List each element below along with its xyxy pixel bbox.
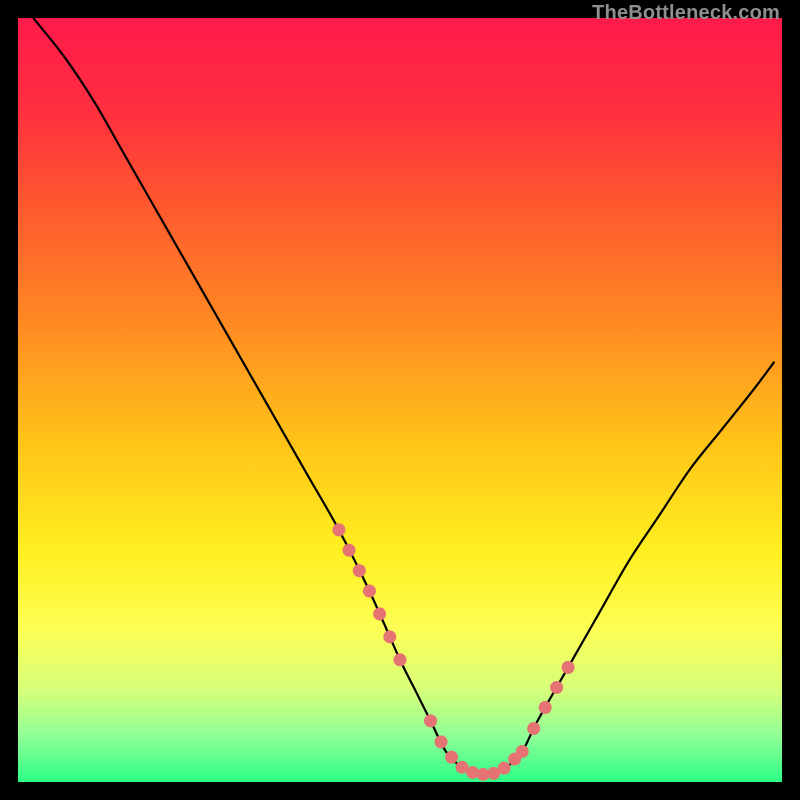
- highlight-marker: [353, 564, 366, 577]
- highlight-marker: [550, 681, 563, 694]
- highlight-marker: [343, 544, 356, 557]
- highlight-marker: [394, 653, 407, 666]
- watermark-text: TheBottleneck.com: [592, 2, 780, 25]
- highlight-marker: [445, 751, 458, 764]
- highlight-marker: [383, 630, 396, 643]
- bottleneck-chart: [18, 18, 782, 782]
- highlight-marker: [527, 722, 540, 735]
- highlight-marker: [332, 523, 345, 536]
- highlight-marker: [363, 585, 376, 598]
- chart-frame: [18, 18, 782, 782]
- highlight-marker: [424, 714, 437, 727]
- highlight-marker: [498, 762, 511, 775]
- highlight-marker: [562, 661, 575, 674]
- highlight-marker: [516, 745, 529, 758]
- highlight-marker: [539, 701, 552, 714]
- highlight-marker: [435, 735, 448, 748]
- highlight-marker: [373, 607, 386, 620]
- gradient-background: [18, 18, 782, 782]
